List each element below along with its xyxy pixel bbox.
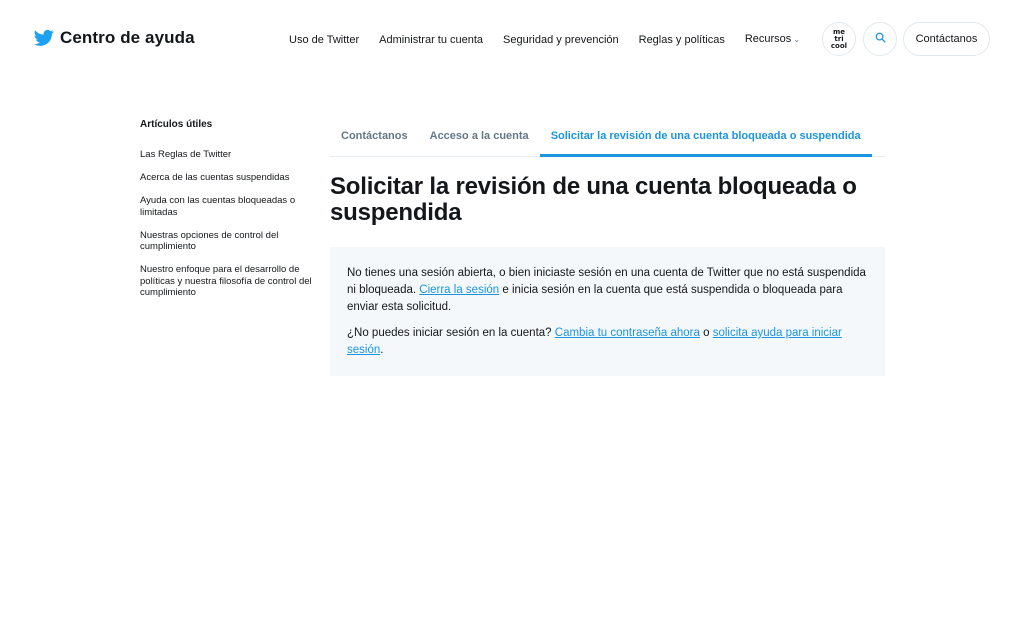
nav-item-label: Uso de Twitter	[289, 33, 360, 46]
change-password-link[interactable]: Cambia tu contraseña ahora	[555, 327, 700, 339]
metricool-logo-text: me tri cool	[830, 27, 848, 50]
tab-acceso-cuenta[interactable]: Acceso a la cuenta	[419, 126, 540, 156]
sidebar-item-cuentas-suspendidas[interactable]: Acerca de las cuentas suspendidas	[140, 172, 318, 184]
notice-paragraph-2: ¿No puedes iniciar sesión en la cuenta? …	[347, 325, 868, 359]
brand-home-link[interactable]: Centro de ayuda	[34, 28, 195, 48]
nav-item-label: Recursos	[744, 33, 792, 45]
page-title: Solicitar la revisión de una cuenta bloq…	[330, 173, 857, 226]
sidebar-item-reglas-twitter[interactable]: Las Reglas de Twitter	[140, 149, 318, 161]
sidebar-item-enfoque-politicas[interactable]: Nuestro enfoque para el desarrollo de po…	[140, 264, 318, 299]
notice-text: ¿No puedes iniciar sesión en la cuenta?	[347, 327, 552, 339]
sign-out-link[interactable]: Cierra la sesión	[419, 284, 499, 296]
chevron-down-icon: ⌄	[793, 35, 801, 44]
sidebar-list: Las Reglas de Twitter Acerca de las cuen…	[140, 149, 318, 299]
metricool-logo[interactable]: me tri cool	[822, 22, 856, 56]
session-notice: No tienes una sesión abierta, o bien ini…	[330, 247, 885, 376]
notice-text: o	[703, 327, 710, 339]
notice-paragraph-1: No tienes una sesión abierta, o bien ini…	[347, 265, 868, 316]
nav-item-label: Seguridad y prevención	[503, 33, 619, 46]
brand-title: Centro de ayuda	[60, 28, 195, 47]
sidebar-item-cuentas-bloqueadas[interactable]: Ayuda con las cuentas bloqueadas o limit…	[140, 195, 318, 218]
search-icon	[875, 30, 886, 48]
breadcrumb-tabs: Contáctanos Acceso a la cuenta Solicitar…	[330, 126, 885, 157]
sidebar-item-opciones-control[interactable]: Nuestras opciones de control del cumplim…	[140, 230, 318, 253]
nav-item-administrar-cuenta[interactable]: Administrar tu cuenta	[369, 33, 493, 47]
sidebar-heading: Artículos útiles	[140, 119, 213, 130]
search-button[interactable]	[863, 22, 897, 56]
notice-text: .	[380, 344, 384, 356]
contact-button[interactable]: Contáctanos	[903, 22, 990, 56]
nav-item-label: Administrar tu cuenta	[379, 33, 484, 46]
nav-item-reglas[interactable]: Reglas y políticas	[629, 33, 735, 47]
site-header: Centro de ayuda Uso de Twitter Administr…	[0, 0, 1024, 80]
tab-solicitar-revision[interactable]: Solicitar la revisión de una cuenta bloq…	[539, 126, 872, 157]
sidebar-useful-articles: Artículos útiles Las Reglas de Twitter A…	[140, 119, 318, 310]
nav-item-label: Reglas y políticas	[638, 33, 725, 46]
nav-item-uso-de-twitter[interactable]: Uso de Twitter	[279, 33, 369, 47]
main-nav: Uso de Twitter Administrar tu cuenta Seg…	[279, 32, 810, 47]
nav-item-seguridad[interactable]: Seguridad y prevención	[493, 33, 629, 47]
nav-item-recursos[interactable]: Recursos ⌄	[735, 32, 810, 47]
twitter-bird-icon	[34, 29, 54, 47]
tab-contactanos[interactable]: Contáctanos	[330, 126, 419, 156]
